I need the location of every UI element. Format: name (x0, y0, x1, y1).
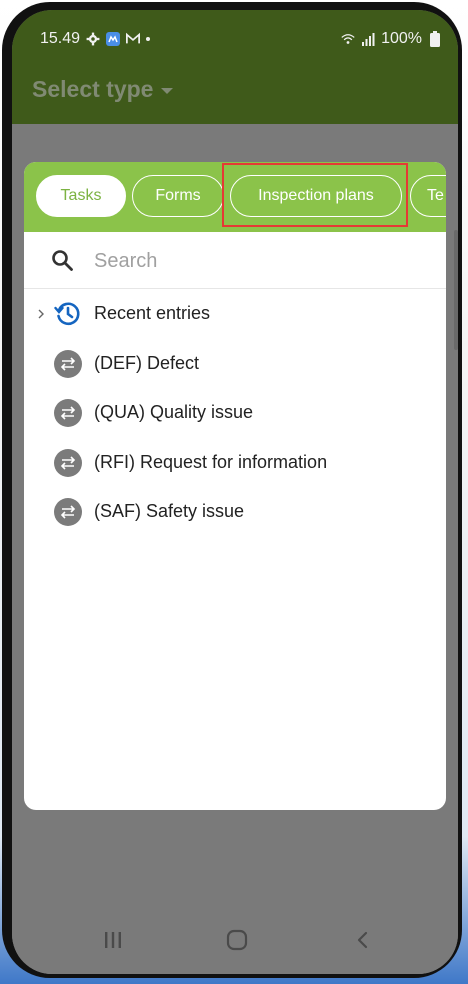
tab-forms-label: Forms (155, 187, 201, 204)
tabs-bar: Tasks Forms Inspection plans Te (24, 162, 446, 232)
back-icon[interactable] (348, 928, 378, 952)
list-item-label: (RFI) Request for information (94, 451, 328, 472)
navigation-bar (12, 906, 458, 974)
status-bar: 15.49 100% (12, 10, 458, 58)
tab-tasks[interactable]: Tasks (36, 175, 126, 217)
chevron-down-icon (161, 87, 174, 94)
history-icon (54, 302, 80, 326)
list-item-saf[interactable]: (SAF) Safety issue (24, 487, 446, 537)
search-row (24, 232, 446, 289)
list-item-label: (SAF) Safety issue (94, 501, 245, 521)
list-item-qua[interactable]: (QUA) Quality issue (24, 388, 446, 438)
signal-icon (361, 32, 375, 46)
battery-percent: 100% (381, 30, 422, 47)
tab-te[interactable]: Te (410, 175, 446, 217)
select-type-label: Select type (32, 76, 154, 102)
type-list: Recent entries (DEF) Defect (QUA) Qualit… (24, 289, 446, 537)
select-type-dropdown[interactable]: Select type (32, 76, 174, 103)
list-item-rfi[interactable]: (RFI) Request for information (24, 438, 446, 488)
list-item-label: (DEF) Defect (94, 352, 200, 373)
recents-icon[interactable] (98, 928, 128, 952)
transfer-icon (54, 349, 82, 378)
status-time: 15.49 (40, 30, 81, 47)
mail-icon (126, 32, 141, 46)
screen: 15.49 100% Select type Tasks Forms Inspe… (12, 10, 458, 974)
list-item-label: Recent entries (94, 303, 211, 323)
scrollbar[interactable] (454, 230, 458, 350)
transfer-icon (54, 498, 82, 526)
search-input[interactable] (92, 244, 416, 278)
phone-frame: 15.49 100% Select type Tasks Forms Inspe… (2, 2, 462, 978)
list-item-def[interactable]: (DEF) Defect (24, 339, 446, 389)
gear-icon (86, 32, 100, 46)
chevron-right-icon[interactable] (36, 309, 46, 319)
tab-tasks-label: Tasks (60, 187, 102, 204)
battery-icon (428, 31, 442, 47)
home-icon[interactable] (222, 928, 252, 952)
tab-forms[interactable]: Forms (132, 175, 224, 217)
search-icon (52, 250, 73, 271)
wifi-icon (341, 32, 355, 46)
tab-te-label: Te (427, 187, 444, 204)
dot-icon (146, 37, 151, 41)
list-item-recent-entries[interactable]: Recent entries (24, 289, 446, 339)
transfer-icon (54, 399, 82, 427)
app-bar: Select type (12, 58, 458, 124)
status-right: 100% (341, 30, 442, 48)
highlight-box (222, 163, 408, 227)
transfer-icon (54, 448, 82, 477)
app-icon (106, 32, 121, 46)
select-type-dialog: Tasks Forms Inspection plans Te Search R… (24, 162, 446, 810)
list-item-label: (QUA) Quality issue (94, 402, 254, 422)
status-left: 15.49 (40, 30, 151, 48)
